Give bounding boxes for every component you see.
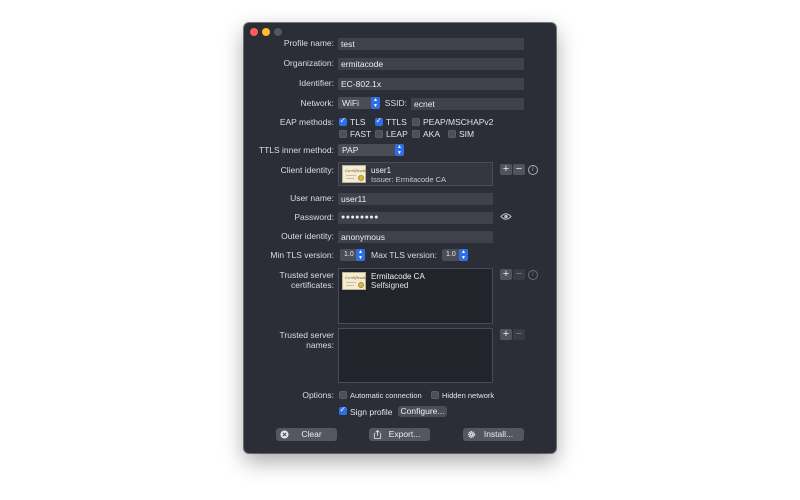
leap-label: LEAP [386, 129, 408, 139]
user-name-field[interactable]: user11 [338, 193, 493, 205]
eye-icon[interactable] [500, 212, 512, 221]
sim-label: SIM [459, 129, 475, 139]
peap-checkbox[interactable] [412, 118, 420, 126]
ttls-inner-popup[interactable]: PAP ▲ ▼ [338, 144, 404, 156]
max-tls-value: 1.0 [446, 251, 456, 258]
trusted-names-label-line1: Trusted server [279, 330, 334, 340]
trusted-names-remove-button[interactable]: − [513, 329, 525, 340]
leap-checkbox[interactable] [375, 130, 383, 138]
clear-button-label: Clear [301, 429, 322, 439]
user-name-label: User name: [290, 193, 334, 203]
trusted-certs-label-line1: Trusted server [279, 270, 334, 280]
gear-icon [467, 430, 476, 439]
sim-checkbox[interactable] [448, 130, 456, 138]
min-tls-popup[interactable]: 1.0 ▲ ▼ [340, 249, 365, 261]
trusted-certs-add-button[interactable]: + [500, 269, 512, 280]
peap-label: PEAP/MSCHAPv2 [423, 117, 494, 127]
client-identity-label: Client identity: [280, 165, 334, 175]
network-popup-value: WiFi [342, 98, 359, 108]
info-icon[interactable]: i [528, 270, 538, 280]
network-popup[interactable]: WiFi ▲ ▼ [338, 97, 380, 109]
password-field[interactable]: ●●●●●●●● [338, 212, 493, 224]
fast-label: FAST [350, 129, 372, 139]
profile-name-field[interactable]: test [338, 38, 524, 50]
organization-label: Organization: [283, 58, 334, 68]
options-label: Options: [302, 390, 334, 400]
chevron-updown-icon: ▲ ▼ [395, 144, 404, 156]
trusted-certs-label-line2: certificates: [291, 280, 334, 290]
organization-field[interactable]: ermitacode [338, 58, 524, 70]
trusted-cert-sub: Selfsigned [371, 281, 409, 290]
info-icon[interactable]: i [528, 165, 538, 175]
tls-label: TLS [350, 117, 366, 127]
clear-icon [280, 430, 289, 439]
chevron-updown-icon: ▲ ▼ [371, 97, 380, 109]
network-label: Network: [300, 98, 334, 108]
min-tls-value: 1.0 [344, 251, 354, 258]
fast-checkbox[interactable] [339, 130, 347, 138]
install-button-label: Install... [483, 429, 514, 439]
close-window-button[interactable] [250, 28, 258, 36]
max-tls-popup[interactable]: 1.0 ▲ ▼ [442, 249, 468, 261]
trusted-names-label-line2: names: [306, 340, 334, 350]
trusted-certs-remove-button[interactable]: − [513, 269, 525, 280]
certificate-icon: Certificate [342, 272, 367, 290]
trusted-names-add-button[interactable]: + [500, 329, 512, 340]
max-tls-label: Max TLS version: [371, 250, 437, 260]
client-identity-well[interactable]: Certificate user1 Issuer: Ermitacode CA [338, 162, 493, 186]
export-button-label: Export... [388, 429, 421, 439]
sign-profile-label: Sign profile [350, 407, 393, 417]
zoom-window-button[interactable] [274, 28, 282, 36]
client-identity-remove-button[interactable]: − [513, 164, 525, 175]
client-cert-issuer: Issuer: Ermitacode CA [371, 175, 447, 184]
ssid-field[interactable]: ecnet [411, 98, 524, 110]
chevron-updown-icon: ▲ ▼ [356, 249, 365, 261]
auto-connect-checkbox[interactable] [339, 391, 347, 399]
tls-checkbox[interactable] [339, 116, 347, 126]
configure-button[interactable]: Configure... [398, 406, 447, 417]
certificate-icon: Certificate [342, 165, 367, 183]
trusted-names-list[interactable] [338, 328, 493, 383]
auto-connect-label: Automatic connection [350, 391, 422, 400]
password-label: Password: [294, 212, 334, 222]
ttls-checkbox[interactable] [375, 116, 383, 126]
outer-identity-label: Outer identity: [281, 231, 334, 241]
ttls-inner-label: TTLS inner method: [258, 145, 334, 155]
trusted-cert-name: Ermitacode CA [371, 272, 425, 281]
aka-label: AKA [423, 129, 441, 139]
profile-window: Profile name: test Organization: ermitac… [244, 23, 556, 453]
share-icon [373, 430, 382, 439]
export-button[interactable]: Export... [369, 428, 430, 441]
min-tls-label: Min TLS version: [270, 250, 334, 260]
sign-profile-checkbox[interactable] [339, 405, 347, 415]
identifier-field[interactable]: EC-802.1x [338, 78, 524, 90]
trusted-certs-list[interactable]: Certificate Ermitacode CA Selfsigned [338, 268, 493, 324]
hidden-network-label: Hidden network [442, 391, 495, 400]
hidden-network-checkbox[interactable] [431, 391, 439, 399]
ttls-inner-value: PAP [342, 145, 359, 155]
aka-checkbox[interactable] [412, 130, 420, 138]
ttls-label: TTLS [386, 117, 407, 127]
eap-methods-label: EAP methods: [279, 117, 334, 127]
chevron-updown-icon: ▲ ▼ [459, 249, 468, 261]
outer-identity-field[interactable]: anonymous [338, 231, 493, 243]
client-cert-name: user1 [371, 166, 392, 175]
clear-button[interactable]: Clear [276, 428, 337, 441]
ssid-label: SSID: [384, 98, 407, 108]
identifier-label: Identifier: [299, 78, 334, 88]
client-identity-add-button[interactable]: + [500, 164, 512, 175]
install-button[interactable]: Install... [463, 428, 524, 441]
minimize-window-button[interactable] [262, 28, 270, 36]
profile-name-label: Profile name: [283, 38, 334, 48]
